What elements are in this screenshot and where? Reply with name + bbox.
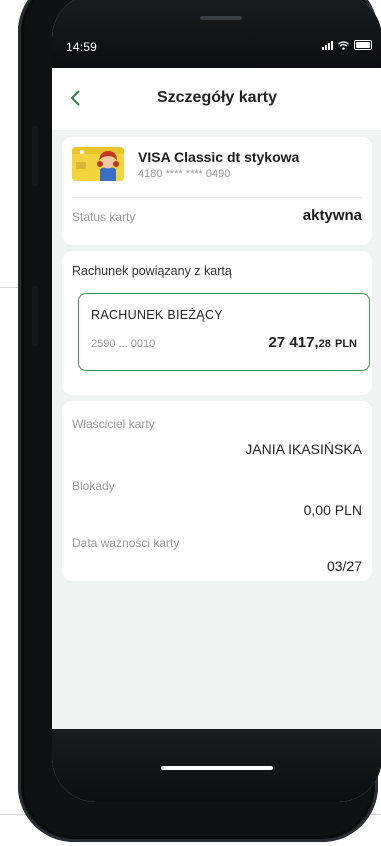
status-time: 14:59 xyxy=(66,40,98,54)
app-header: Szczegóły karty xyxy=(52,68,381,130)
expiry-value: 03/27 xyxy=(326,558,362,574)
volume-button xyxy=(32,126,38,186)
expiry-label: Data ważności karty xyxy=(72,536,180,550)
card-name: VISA Classic dt stykowa xyxy=(138,149,300,165)
linked-account-title: Rachunek powiązany z kartą xyxy=(72,264,232,278)
account-name: RACHUNEK BIEŻĄCY xyxy=(91,308,223,322)
phone-screen: 14:59 Szczegóły karty VISA Classic dt st… xyxy=(52,0,381,802)
balance-decimals: 28 xyxy=(318,338,331,350)
linked-account-section: Rachunek powiązany z kartą RACHUNEK BIEŻ… xyxy=(62,251,372,395)
card-status-value: aktywna xyxy=(302,207,362,224)
owner-value: JANIA IKASIŃSKA xyxy=(245,441,362,457)
owner-label: Właściciel karty xyxy=(72,417,155,431)
card-image xyxy=(72,147,124,181)
phone-frame: 14:59 Szczegóły karty VISA Classic dt st… xyxy=(18,0,381,842)
battery-icon xyxy=(354,40,372,50)
wifi-icon xyxy=(338,40,349,50)
card-status-label: Status karty xyxy=(72,210,136,224)
bottom-bar xyxy=(52,729,381,802)
side-button xyxy=(32,286,38,346)
balance-main: 27 417, xyxy=(268,334,319,351)
card-summary: VISA Classic dt stykowa 4180 **** **** 0… xyxy=(62,137,372,245)
home-indicator[interactable] xyxy=(161,766,273,770)
card-details-section: Właściciel karty JANIA IKASIŃSKA Blokady… xyxy=(62,401,372,581)
status-bar: 14:59 xyxy=(52,0,381,68)
signal-icon xyxy=(322,40,333,50)
status-icons xyxy=(322,40,372,50)
balance-currency: PLN xyxy=(335,338,357,350)
speaker-notch xyxy=(200,16,242,20)
account-balance: 27 417,28 PLN xyxy=(269,334,357,351)
linked-account-tile[interactable]: RACHUNEK BIEŻĄCY 2590 ... 0010 27 417,28… xyxy=(78,293,370,371)
page-title: Szczegóły karty xyxy=(156,89,278,106)
card-number: 4180 **** **** 0490 xyxy=(138,168,231,180)
blocks-value: 0,00 PLN xyxy=(303,502,362,518)
account-number: 2590 ... 0010 xyxy=(91,338,156,350)
divider xyxy=(72,197,362,198)
blocks-label: Blokady xyxy=(72,479,115,493)
